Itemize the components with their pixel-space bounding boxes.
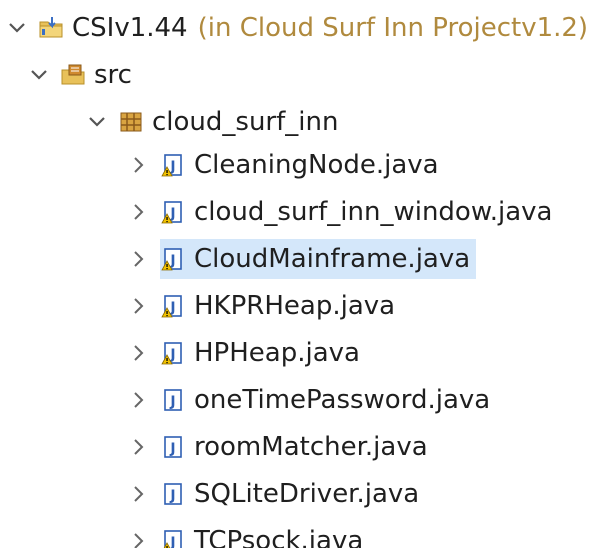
file-name: roomMatcher.java [194,432,428,462]
file-name: SQLiteDriver.java [194,479,420,509]
chevron-right-icon[interactable] [128,483,150,505]
file-label-box: J TCPsock.java [160,521,369,548]
java-file-warning-icon: J [160,528,186,548]
svg-text:J: J [169,535,175,548]
svg-text:J: J [169,488,175,504]
java-file-warning-icon: J [160,152,186,178]
file-label-box: Jcloud_surf_inn_window.java [160,192,558,232]
file-name: HPHeap.java [194,338,360,368]
chevron-down-icon[interactable] [28,64,50,86]
tree-node-file[interactable]: J TCPsock.java [128,521,369,548]
tree-node-file[interactable]: JoneTimePassword.java [128,380,496,420]
chevron-right-icon[interactable] [128,154,150,176]
tree-node-file[interactable]: J CloudMainframe.java [128,239,477,279]
chevron-right-icon[interactable] [128,530,150,548]
svg-text:J: J [169,394,175,410]
chevron-right-icon[interactable] [128,248,150,270]
chevron-right-icon[interactable] [128,295,150,317]
file-name: CleaningNode.java [194,150,439,180]
tree-node-package[interactable]: cloud_surf_inn [86,102,338,142]
chevron-right-icon[interactable] [128,342,150,364]
file-label-box: JoneTimePassword.java [160,380,496,420]
java-file-icon: J [160,434,186,460]
file-name: HKPRHeap.java [194,291,396,321]
tree-node-src[interactable]: src [28,55,132,95]
source-folder-name: src [94,60,132,90]
tree-node-file[interactable]: J HPHeap.java [128,333,366,373]
chevron-right-icon[interactable] [128,201,150,223]
tree-node-file[interactable]: J CleaningNode.java [128,145,445,185]
file-label-box: J CloudMainframe.java [160,239,477,279]
chevron-right-icon[interactable] [128,389,150,411]
file-label-box: J HKPRHeap.java [160,286,401,326]
file-name: CloudMainframe.java [194,244,471,274]
java-file-icon: J [160,481,186,507]
file-label-box: J CleaningNode.java [160,145,445,185]
package-icon [118,109,144,135]
file-label-box: JroomMatcher.java [160,427,434,467]
file-name: oneTimePassword.java [194,385,491,415]
file-label-box: J HPHeap.java [160,333,366,373]
chevron-down-icon[interactable] [6,17,28,39]
tree-node-file[interactable]: Jcloud_surf_inn_window.java [128,192,558,232]
java-project-icon [38,15,64,41]
project-decoration: (in Cloud Surf Inn Projectv1.2) [197,13,589,43]
file-label-box: J SQLiteDriver.java [160,474,425,514]
tree-node-file[interactable]: JroomMatcher.java [128,427,434,467]
chevron-down-icon[interactable] [86,111,108,133]
tree-node-file[interactable]: J HKPRHeap.java [128,286,401,326]
source-folder-icon [60,62,86,88]
svg-text:J: J [169,441,175,457]
java-file-warning-icon: J [160,199,186,225]
package-name: cloud_surf_inn [152,107,339,137]
file-name: cloud_surf_inn_window.java [194,197,553,227]
java-file-warning-icon: J [160,340,186,366]
file-name: TCPsock.java [194,526,364,548]
tree-node-project[interactable]: CSIv1.44 (in Cloud Surf Inn Projectv1.2) [6,8,588,48]
project-name: CSIv1.44 [72,13,188,43]
java-file-icon: J [160,387,186,413]
tree-node-file[interactable]: J SQLiteDriver.java [128,474,425,514]
chevron-right-icon[interactable] [128,436,150,458]
java-file-warning-icon: J [160,246,186,272]
package-explorer-tree: CSIv1.44 (in Cloud Surf Inn Projectv1.2)… [0,0,592,548]
java-file-warning-icon: J [160,293,186,319]
